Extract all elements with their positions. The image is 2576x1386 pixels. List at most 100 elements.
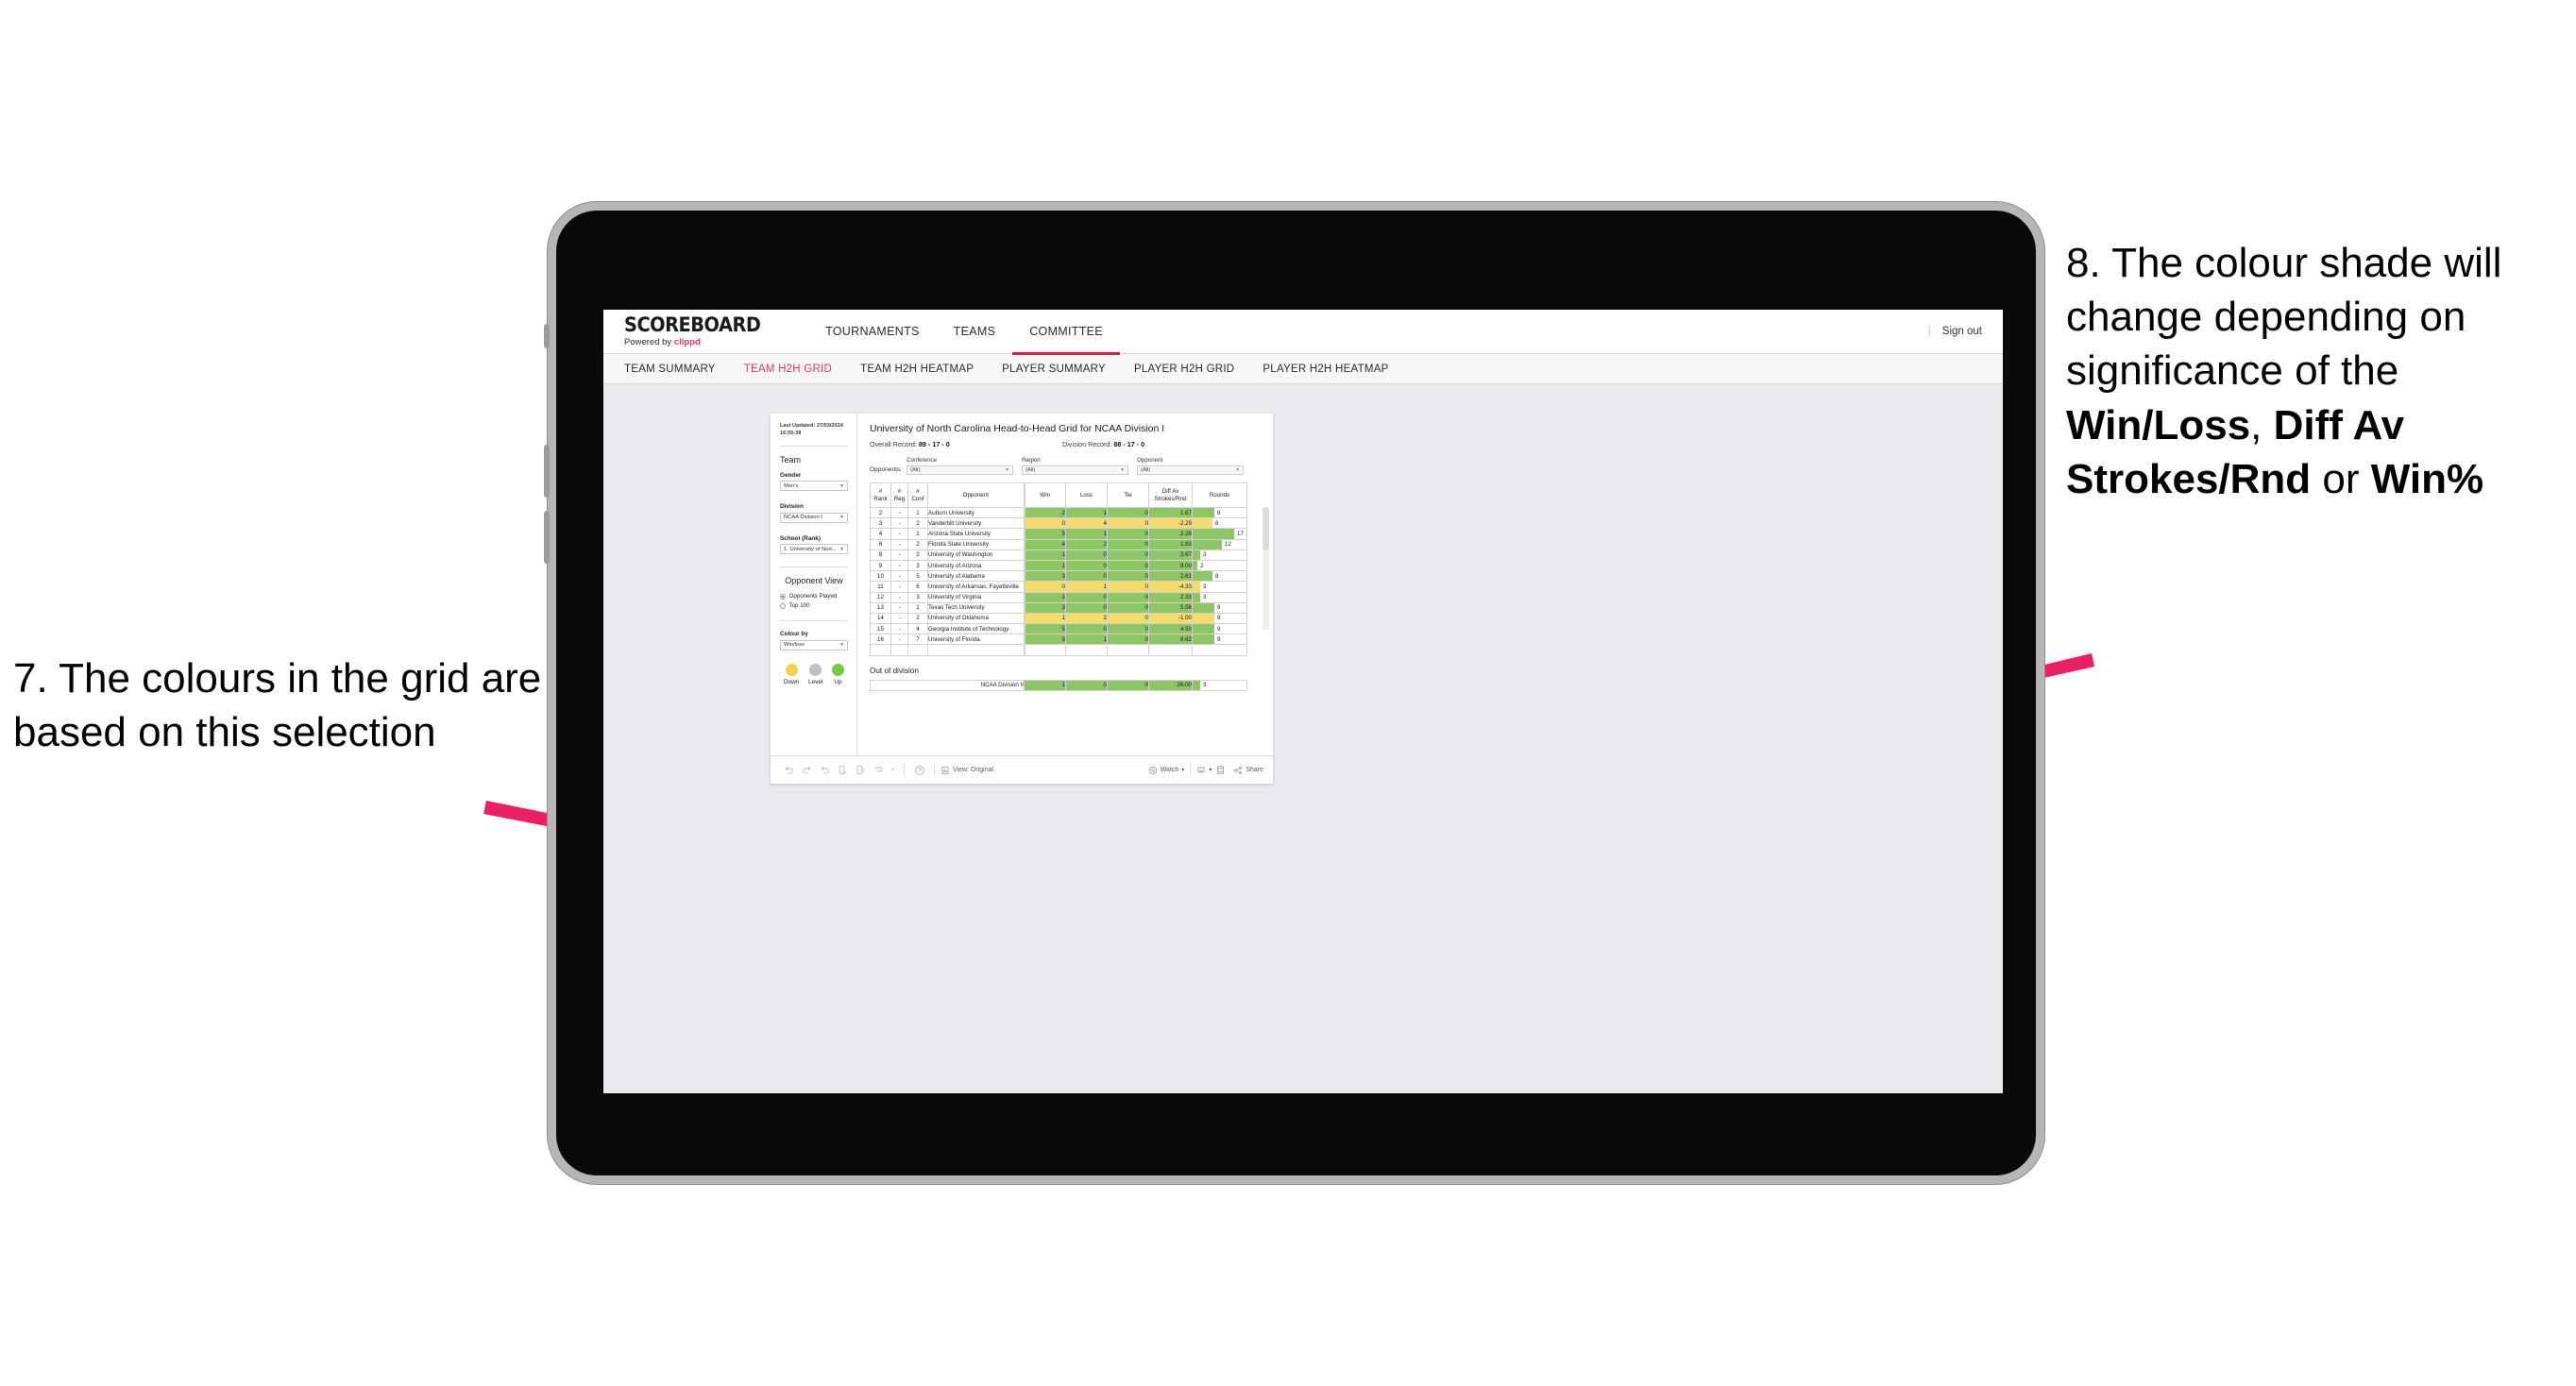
table-row[interactable]: 13-1 Texas Tech University 3 0 0 5.56 9 (870, 601, 1247, 614)
grid-cell-reg[interactable]: - (890, 538, 908, 550)
grid-cell-win[interactable]: 0 (1023, 581, 1066, 593)
grid-cell-rank[interactable]: 12 (870, 591, 891, 603)
division-select[interactable]: NCAA Division I ▼ (780, 512, 848, 523)
grid-cell-diff[interactable]: 2.28 (1148, 528, 1193, 540)
grid-cell-win[interactable]: 5 (1023, 528, 1066, 540)
grid-cell-rounds[interactable]: 3 (1192, 581, 1247, 593)
watch-button[interactable]: Watch ▾ (1148, 766, 1184, 775)
grid-cell-rounds[interactable]: 2 (1192, 559, 1247, 572)
grid-cell-loss[interactable]: 0 (1065, 559, 1108, 572)
grid-cell-conf[interactable]: 3 (907, 559, 928, 572)
table-row[interactable]: 9-3 University of Arizona 1 0 0 9.00 2 (870, 559, 1247, 572)
grid-cell-win[interactable]: 5 (1023, 623, 1066, 635)
radio-top-100[interactable]: Top 100 (780, 602, 848, 609)
nav-item-tournaments[interactable]: TOURNAMENTS (808, 310, 937, 354)
grid-cell-opponent[interactable]: Florida State University (927, 538, 1025, 550)
grid-cell-loss[interactable]: 1 (1065, 528, 1108, 540)
grid-cell-win[interactable]: 2 (1023, 506, 1066, 519)
grid-cell-rank[interactable]: 4 (870, 528, 891, 540)
tablet-button-mute[interactable] (544, 324, 550, 348)
grid-cell-reg[interactable]: - (890, 601, 908, 614)
subnav-item-player-h2h-heatmap[interactable]: PLAYER H2H HEATMAP (1263, 363, 1388, 375)
grid-cell-tie[interactable]: 0 (1107, 570, 1149, 583)
out-of-division-row[interactable]: NCAA Division II 1 0 0 26.00 3 (870, 679, 1247, 692)
grid-cell-reg[interactable]: - (890, 559, 908, 572)
tablet-button-volume-up[interactable] (544, 445, 550, 498)
grid-cell-rounds[interactable]: 8 (1192, 517, 1247, 530)
grid-cell-rank[interactable]: 15 (870, 623, 891, 635)
grid-cell-diff[interactable]: 3.67 (1148, 549, 1193, 561)
grid-cell-diff[interactable]: 6.62 (1148, 634, 1193, 646)
subnav-item-player-summary[interactable]: PLAYER SUMMARY (1002, 363, 1106, 375)
grid-cell-rank[interactable]: 11 (870, 581, 891, 593)
grid-col-header-conf[interactable]: # Conf (907, 482, 928, 508)
subnav-item-team-h2h-heatmap[interactable]: TEAM H2H HEATMAP (860, 363, 974, 375)
grid-col-header-rounds[interactable]: Rounds (1192, 482, 1247, 508)
grid-cell-opponent[interactable]: Vanderbilt University (927, 517, 1025, 530)
help-icon[interactable] (910, 761, 928, 779)
grid-cell-rounds[interactable]: 9 (1192, 634, 1247, 646)
grid-cell-win[interactable]: 1 (1023, 559, 1066, 572)
grid-cell-conf[interactable]: 1 (907, 528, 928, 540)
table-row[interactable]: 2-1 Auburn University 2 1 0 1.67 9 (870, 506, 1247, 519)
subnav-item-team-summary[interactable]: TEAM SUMMARY (624, 363, 716, 375)
grid-cell-loss[interactable]: 0 (1065, 623, 1108, 635)
fullscreen-icon[interactable] (1212, 761, 1229, 779)
sign-out-button[interactable]: Sign out (1942, 326, 1982, 337)
grid-scrollbar-thumb[interactable] (1263, 507, 1269, 550)
table-row[interactable]: 10-5 University of Alabama 3 0 0 2.61 8 (870, 570, 1247, 583)
grid-cell-conf[interactable]: 7 (907, 634, 928, 646)
redo-icon[interactable] (798, 761, 816, 779)
grid-col-header-win[interactable]: Win (1023, 482, 1066, 508)
grid-cell-diff[interactable]: -1.00 (1148, 612, 1193, 625)
grid-cell-rounds[interactable]: 9 (1192, 601, 1247, 614)
grid-cell-rank[interactable]: 8 (870, 549, 891, 561)
grid-cell-conf[interactable]: 1 (907, 601, 928, 614)
nav-item-teams[interactable]: TEAMS (937, 310, 1013, 354)
grid-cell-conf[interactable]: 2 (907, 517, 928, 530)
grid-cell-tie[interactable]: 0 (1107, 623, 1149, 635)
filter-region-select[interactable]: (All) ▼ (1022, 465, 1129, 475)
ood-cell-loss[interactable]: 0 (1065, 679, 1108, 692)
share-button[interactable]: Share (1233, 766, 1263, 775)
colour-by-select[interactable]: Win/loss ▼ (780, 639, 848, 651)
grid-cell-loss[interactable]: 1 (1065, 581, 1108, 593)
grid-cell-loss[interactable]: 0 (1065, 570, 1108, 583)
grid-cell-diff[interactable]: 5.56 (1148, 601, 1193, 614)
view-original-button[interactable]: View: Original (941, 766, 993, 775)
grid-cell-rounds[interactable]: 9 (1192, 506, 1247, 519)
grid-cell-win[interactable]: 1 (1023, 549, 1066, 561)
grid-cell-rounds[interactable]: 3 (1192, 549, 1247, 561)
grid-cell-reg[interactable]: - (890, 517, 908, 530)
grid-cell-reg[interactable]: - (890, 528, 908, 540)
grid-cell-tie[interactable]: 0 (1107, 528, 1149, 540)
grid-cell-diff[interactable]: 4.50 (1148, 623, 1193, 635)
table-row[interactable]: 14-2 University of Oklahoma 1 2 0 -1.00 9 (870, 612, 1247, 625)
grid-cell-conf[interactable]: 1 (907, 506, 928, 519)
grid-cell-conf[interactable]: 2 (907, 538, 928, 550)
grid-cell-conf[interactable]: 2 (907, 549, 928, 561)
grid-cell-rank[interactable]: 9 (870, 559, 891, 572)
download-button[interactable]: ▾ (1196, 766, 1212, 775)
grid-cell-conf[interactable]: 3 (907, 591, 928, 603)
grid-cell-rank[interactable]: 16 (870, 634, 891, 646)
grid-cell-rank[interactable]: 10 (870, 570, 891, 583)
grid-cell-opponent[interactable]: Auburn University (927, 506, 1025, 519)
grid-cell-diff[interactable]: 9.00 (1148, 559, 1193, 572)
grid-cell-conf[interactable]: 5 (907, 570, 928, 583)
grid-cell-win[interactable]: 1 (1023, 612, 1066, 625)
grid-cell-tie[interactable]: 0 (1107, 601, 1149, 614)
grid-cell-rank[interactable]: 3 (870, 517, 891, 530)
grid-cell-reg[interactable]: - (890, 634, 908, 646)
grid-cell-diff[interactable]: 1.83 (1148, 538, 1193, 550)
grid-cell-loss[interactable]: 2 (1065, 538, 1108, 550)
grid-cell-reg[interactable]: - (890, 581, 908, 593)
grid-cell-loss[interactable]: 1 (1065, 506, 1108, 519)
grid-cell-tie[interactable]: 0 (1107, 538, 1149, 550)
ood-cell-diff[interactable]: 26.00 (1148, 679, 1193, 692)
grid-cell-opponent[interactable]: Arizona State University (927, 528, 1025, 540)
grid-col-header-rank[interactable]: # Rank (870, 482, 891, 508)
grid-cell-opponent[interactable]: University of Oklahoma (927, 612, 1025, 625)
grid-cell-opponent[interactable]: University of Virginia (927, 591, 1025, 603)
grid-cell-diff[interactable]: 2.61 (1148, 570, 1193, 583)
